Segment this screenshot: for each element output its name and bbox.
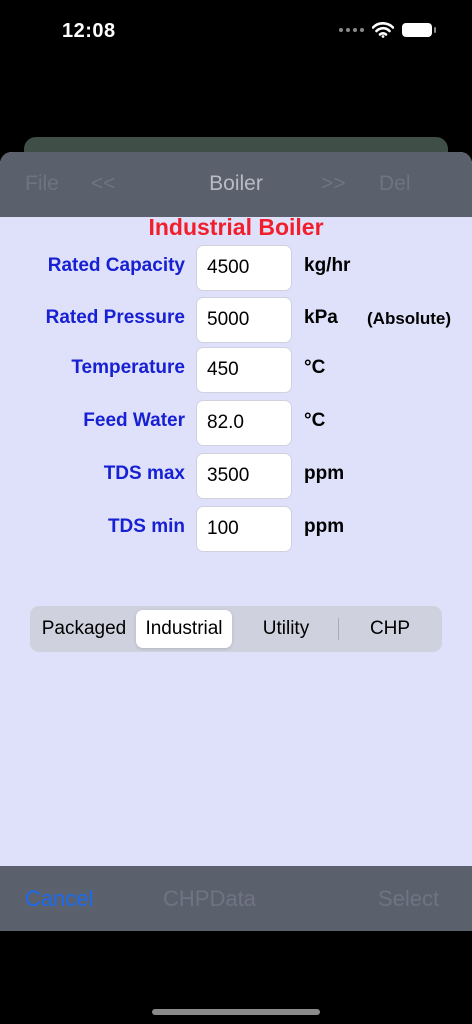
tds-min-input[interactable] [196, 506, 292, 552]
tds-min-unit: ppm [304, 516, 345, 537]
temperature-row: Temperature °C [0, 347, 472, 393]
bottom-toolbar: Cancel CHPData Select [0, 866, 472, 931]
boiler-type-segmented-control: Packaged Industrial Utility CHP [30, 606, 442, 652]
status-icons [339, 22, 436, 38]
chpdata-button[interactable]: CHPData [163, 886, 256, 912]
rated-pressure-row: Rated Pressure kPa (Absolute) [0, 297, 472, 343]
delete-button[interactable]: Del [379, 172, 411, 196]
wifi-icon [372, 22, 394, 38]
battery-icon [402, 23, 436, 37]
tds-max-label: TDS max [103, 463, 185, 484]
rated-pressure-label: Rated Pressure [45, 307, 185, 328]
segment-packaged[interactable]: Packaged [34, 610, 134, 648]
next-button[interactable]: >> [321, 172, 346, 196]
rated-pressure-input[interactable] [196, 297, 292, 343]
segment-industrial[interactable]: Industrial [136, 610, 232, 648]
segment-chp[interactable]: CHP [340, 610, 440, 648]
status-bar: 12:08 [0, 0, 472, 64]
segment-divider [338, 618, 339, 640]
feed-water-label: Feed Water [83, 410, 185, 431]
boiler-type-heading: Industrial Boiler [148, 214, 324, 240]
cellular-signal-icon [339, 28, 364, 32]
nav-bar: File << Boiler >> Del [0, 152, 472, 217]
temperature-input[interactable] [196, 347, 292, 393]
tds-min-label: TDS min [107, 516, 185, 537]
feed-water-unit: °C [304, 410, 326, 431]
temperature-label: Temperature [71, 357, 185, 378]
segment-utility[interactable]: Utility [236, 610, 336, 648]
rated-capacity-unit: kg/hr [304, 255, 351, 276]
feed-water-row: Feed Water °C [0, 400, 472, 446]
rated-capacity-row: Rated Capacity kg/hr [0, 245, 472, 291]
tds-max-row: TDS max ppm [0, 453, 472, 499]
boiler-sheet: File << Boiler >> Del Industrial Boiler … [0, 152, 472, 931]
pressure-absolute-note: (Absolute) [367, 309, 452, 328]
rated-pressure-unit: kPa [304, 307, 338, 328]
tds-max-input[interactable] [196, 453, 292, 499]
tds-min-row: TDS min ppm [0, 506, 472, 552]
select-button[interactable]: Select [378, 886, 439, 912]
temperature-unit: °C [304, 357, 326, 378]
tds-max-unit: ppm [304, 463, 345, 484]
status-time: 12:08 [62, 20, 116, 42]
rated-capacity-label: Rated Capacity [47, 255, 185, 276]
cancel-button[interactable]: Cancel [25, 886, 93, 912]
rated-capacity-input[interactable] [196, 245, 292, 291]
feed-water-input[interactable] [196, 400, 292, 446]
home-indicator[interactable] [152, 1009, 320, 1015]
